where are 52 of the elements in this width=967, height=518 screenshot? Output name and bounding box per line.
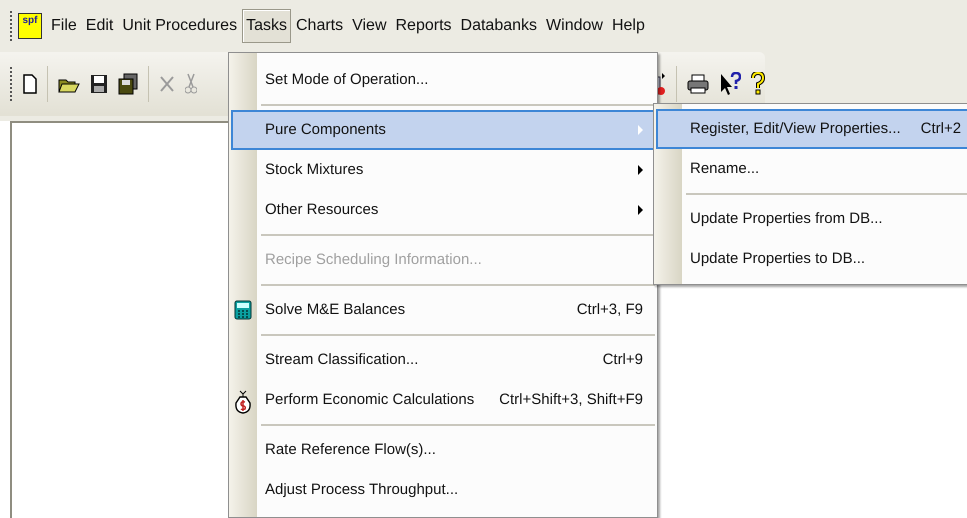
- menu-item[interactable]: Perform Economic Calculations Ctrl+Shift+3, Shift+F9: [231, 380, 655, 420]
- menu-item-label: Stream Classification...: [265, 350, 420, 370]
- shortcut-label: Ctrl+9: [602, 350, 643, 370]
- menu-bar-item[interactable]: Edit: [82, 9, 118, 43]
- toolbar-grip-icon: [10, 67, 13, 101]
- menu-item-label: Other Resources: [265, 200, 380, 220]
- menu-item-label: Update Properties from DB...: [690, 208, 884, 229]
- menu-item-label: Rename...: [690, 158, 760, 179]
- menu-item-label: Recipe Scheduling Information...: [265, 250, 483, 270]
- menu-item[interactable]: Other Resources: [231, 190, 655, 230]
- menu-bar-item[interactable]: View: [348, 9, 390, 43]
- menu-item-label: Rate Reference Flow(s)...: [265, 440, 437, 460]
- menu-bar-item[interactable]: Window: [542, 9, 607, 43]
- shortcut-label: Ctrl+3, F9: [576, 300, 643, 320]
- save-disk-icon[interactable]: [90, 74, 108, 94]
- money-bag-icon: [234, 390, 252, 414]
- menu-item[interactable]: Solve M&E Balances Ctrl+3, F9: [231, 290, 655, 330]
- save-all-icon[interactable]: [118, 73, 138, 95]
- menu-item[interactable]: Rate Reference Flow(s)...: [231, 430, 655, 470]
- menu-item[interactable]: Rename...: [656, 149, 967, 189]
- menu-item-label: Pure Components: [265, 120, 387, 140]
- menu-bar-item[interactable]: Help: [608, 9, 649, 43]
- context-help-icon[interactable]: [718, 72, 741, 96]
- menu-bar-item[interactable]: Tasks: [242, 9, 291, 43]
- menu-bar-item[interactable]: Databanks: [456, 9, 542, 43]
- printer-icon[interactable]: [686, 74, 709, 94]
- menu-item[interactable]: Pure Components: [231, 110, 655, 150]
- menu-item[interactable]: Stock Mixtures: [231, 150, 655, 190]
- menu-bar-item[interactable]: Charts: [292, 9, 348, 43]
- shortcut-label: Ctrl+2: [920, 118, 962, 139]
- menu-grip-icon: [10, 11, 13, 41]
- menu-item-label: Stock Mixtures: [265, 160, 364, 180]
- menu-item-label: Perform Economic Calculations: [265, 390, 476, 410]
- calculator-icon: [234, 300, 252, 320]
- app-logo: spf: [18, 13, 42, 39]
- new-document-icon[interactable]: [22, 74, 37, 94]
- menu-item-label: Update Properties to DB...: [690, 248, 866, 269]
- menu-item-label: Adjust Process Throughput...: [265, 480, 460, 500]
- menu-item[interactable]: Update Properties from DB...: [656, 199, 967, 239]
- menu-item[interactable]: Update Properties to DB...: [656, 239, 967, 279]
- menu-item-label: Register, Edit/View Properties...: [690, 118, 901, 139]
- menu-bar-item[interactable]: Reports: [392, 9, 456, 43]
- menu-bar-item[interactable]: Unit Procedures: [118, 9, 242, 43]
- menu-item[interactable]: Adjust Process Throughput...: [231, 470, 655, 510]
- menu-bar-item[interactable]: File: [47, 9, 81, 43]
- menu-item-label: Set Mode of Operation...: [265, 70, 430, 90]
- menu-item[interactable]: Set Mode of Operation...: [231, 60, 655, 100]
- menu-item[interactable]: Stream Classification... Ctrl+9: [231, 340, 655, 380]
- menu-item[interactable]: Register, Edit/View Properties... Ctrl+2: [656, 109, 967, 149]
- help-question-icon[interactable]: [750, 72, 765, 96]
- shortcut-label: Ctrl+Shift+3, Shift+F9: [499, 390, 643, 410]
- menu-item-label: Solve M&E Balances: [265, 300, 406, 320]
